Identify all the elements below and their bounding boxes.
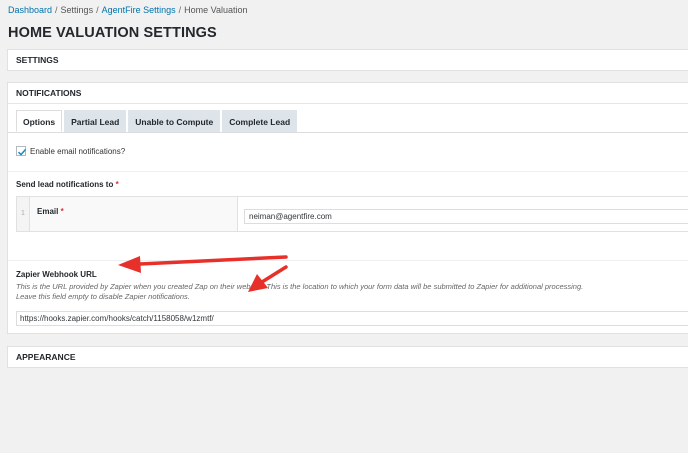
annotation-arrows <box>118 255 288 292</box>
red-arrow-icon <box>118 255 288 273</box>
red-arrow-icon <box>248 265 288 292</box>
